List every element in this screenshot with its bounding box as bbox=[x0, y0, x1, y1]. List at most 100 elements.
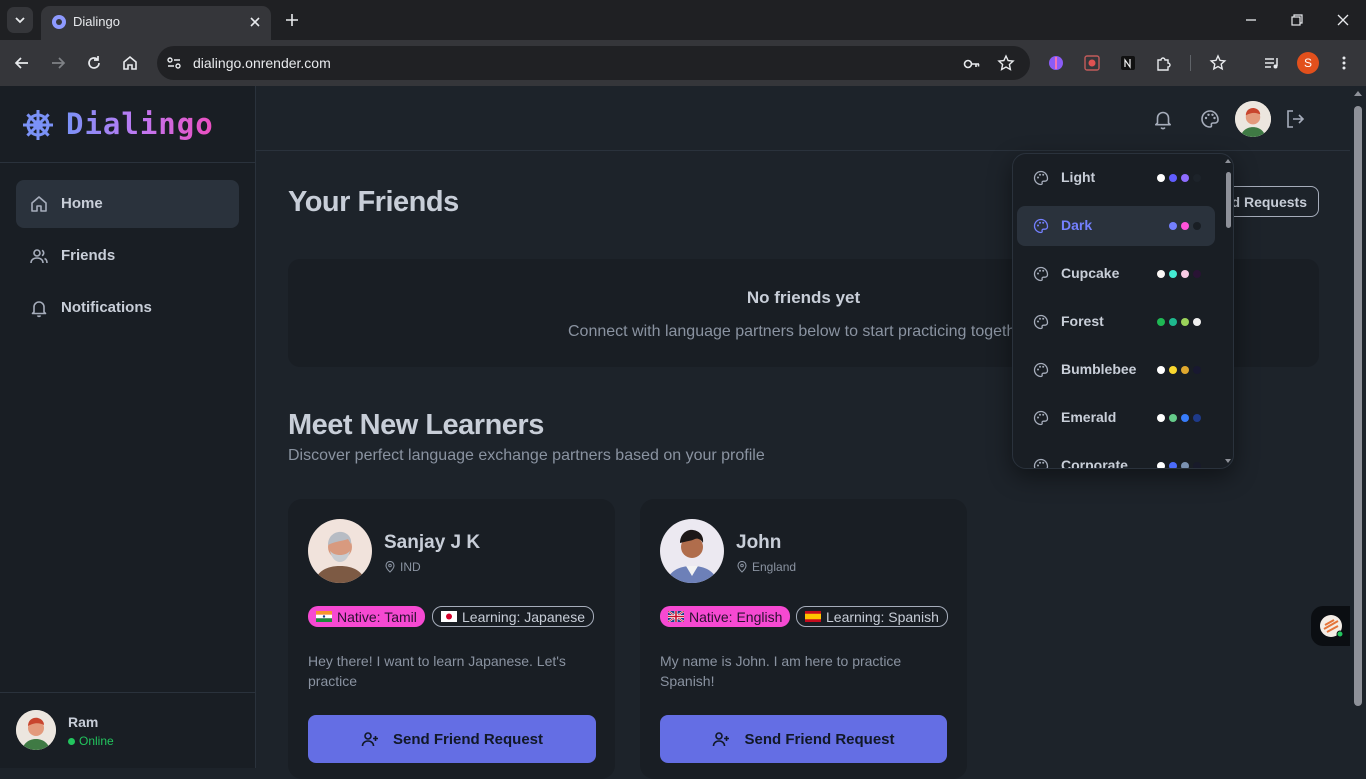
app-root: Dialingo Home Friends Notifications Ram … bbox=[0, 86, 1366, 779]
browser-tab[interactable]: Dialingo bbox=[41, 6, 271, 40]
brand[interactable]: Dialingo bbox=[0, 86, 255, 163]
dialingo-favicon-icon bbox=[52, 15, 66, 29]
map-pin-icon bbox=[737, 561, 747, 573]
learner-bio: Hey there! I want to learn Japanese. Let… bbox=[308, 653, 566, 689]
logout-icon[interactable] bbox=[1284, 108, 1306, 130]
minimize-window-icon[interactable] bbox=[1243, 12, 1259, 28]
scroll-up-icon[interactable] bbox=[1223, 156, 1233, 166]
location-text: IND bbox=[400, 560, 421, 574]
palette-icon bbox=[1033, 458, 1049, 468]
native-language-text: Native: Tamil bbox=[337, 608, 417, 625]
ship-wheel-icon bbox=[23, 110, 53, 140]
site-info-icon[interactable] bbox=[165, 54, 183, 72]
restore-window-icon[interactable] bbox=[1289, 12, 1305, 28]
learning-language-badge: Learning: Japanese bbox=[432, 606, 594, 627]
scroll-down-icon[interactable] bbox=[1223, 456, 1233, 466]
theme-option-bumblebee[interactable]: Bumblebee bbox=[1017, 350, 1215, 390]
scroll-up-icon[interactable] bbox=[1350, 86, 1366, 100]
extension-brain-icon[interactable] bbox=[1047, 54, 1065, 72]
theme-option-dark[interactable]: Dark bbox=[1017, 206, 1215, 246]
brand-name: Dialingo bbox=[66, 107, 214, 141]
sidebar-item-notifications[interactable]: Notifications bbox=[16, 284, 239, 332]
sidebar-item-home[interactable]: Home bbox=[16, 180, 239, 228]
user-name: Ram bbox=[68, 714, 99, 730]
color-swatch bbox=[1181, 270, 1189, 278]
scrollbar-thumb[interactable] bbox=[1226, 172, 1231, 228]
native-language-badge: Native: Tamil bbox=[308, 606, 425, 627]
theme-option-forest[interactable]: Forest bbox=[1017, 302, 1215, 342]
color-swatch bbox=[1169, 222, 1177, 230]
home-icon bbox=[31, 196, 47, 212]
close-window-icon[interactable] bbox=[1335, 12, 1351, 28]
learner-card: Sanjay J K IND Native: Tamil Learning: J… bbox=[288, 499, 615, 779]
browser-menu-icon[interactable] bbox=[1335, 54, 1353, 72]
theme-label: Dark bbox=[1061, 217, 1093, 233]
browser-profile-avatar[interactable]: S bbox=[1297, 52, 1319, 74]
extension-notion-icon[interactable] bbox=[1119, 54, 1137, 72]
color-swatch bbox=[1169, 174, 1177, 182]
color-swatch bbox=[1157, 462, 1165, 468]
color-swatch bbox=[1181, 318, 1189, 326]
uk-flag-icon bbox=[668, 611, 684, 622]
india-flag-icon bbox=[316, 611, 332, 622]
reload-icon[interactable] bbox=[85, 54, 103, 72]
theme-option-corporate[interactable]: Corporate bbox=[1017, 446, 1215, 469]
location-text: England bbox=[752, 560, 797, 574]
password-key-icon[interactable] bbox=[963, 55, 981, 73]
theme-color-swatches bbox=[1157, 270, 1201, 278]
send-friend-request-button[interactable]: Send Friend Request bbox=[308, 715, 596, 763]
send-friend-request-button[interactable]: Send Friend Request bbox=[660, 715, 947, 763]
color-swatch bbox=[1193, 366, 1201, 374]
palette-icon bbox=[1033, 362, 1049, 378]
notifications-bell-icon[interactable] bbox=[1152, 108, 1174, 130]
tab-search-button[interactable] bbox=[7, 7, 33, 33]
theme-option-cupcake[interactable]: Cupcake bbox=[1017, 254, 1215, 294]
color-swatch bbox=[1181, 462, 1189, 468]
theme-label: Corporate bbox=[1061, 457, 1128, 469]
forward-icon[interactable] bbox=[49, 54, 67, 72]
close-tab-icon[interactable] bbox=[247, 14, 263, 30]
japan-flag-icon bbox=[441, 611, 457, 622]
media-control-icon[interactable] bbox=[1263, 54, 1281, 72]
home-browser-icon[interactable] bbox=[121, 54, 139, 72]
extensions-puzzle-icon[interactable] bbox=[1155, 54, 1173, 72]
theme-option-light[interactable]: Light bbox=[1017, 158, 1215, 198]
page-scrollbar[interactable] bbox=[1350, 86, 1366, 768]
color-swatch bbox=[1193, 174, 1201, 182]
avatar bbox=[660, 519, 724, 583]
user-plus-icon bbox=[713, 732, 730, 747]
back-icon[interactable] bbox=[13, 54, 31, 72]
theme-dropdown-scrollbar[interactable] bbox=[1223, 154, 1233, 468]
theme-color-swatches bbox=[1157, 414, 1201, 422]
empty-subtitle: Connect with language partners below to … bbox=[568, 323, 1035, 340]
theme-option-emerald[interactable]: Emerald bbox=[1017, 398, 1215, 438]
address-bar[interactable]: dialingo.onrender.com bbox=[157, 46, 1030, 80]
learner-name: John bbox=[736, 532, 782, 553]
users-icon bbox=[30, 249, 48, 264]
chevron-down-icon bbox=[15, 17, 25, 24]
sidebar-item-friends[interactable]: Friends bbox=[16, 232, 239, 280]
extension-record-icon[interactable] bbox=[1083, 54, 1101, 72]
bookmark-star-icon[interactable] bbox=[997, 54, 1015, 72]
avatar[interactable] bbox=[16, 710, 56, 750]
color-swatch bbox=[1181, 222, 1189, 230]
scrollbar-thumb[interactable] bbox=[1354, 106, 1362, 706]
section-title: Meet New Learners bbox=[288, 409, 544, 441]
color-swatch bbox=[1193, 462, 1201, 468]
theme-label: Light bbox=[1061, 169, 1096, 185]
color-swatch bbox=[1181, 174, 1189, 182]
send-friend-request-label: Send Friend Request bbox=[744, 730, 895, 748]
theme-color-swatches bbox=[1157, 174, 1201, 182]
favorites-icon[interactable] bbox=[1209, 54, 1227, 72]
color-swatch bbox=[1193, 222, 1201, 230]
theme-color-swatches bbox=[1157, 462, 1201, 468]
learner-bio: My name is John. I am here to practice S… bbox=[660, 653, 902, 689]
profile-avatar[interactable] bbox=[1235, 101, 1271, 137]
page-title: Your Friends bbox=[288, 186, 459, 218]
palette-icon[interactable] bbox=[1199, 108, 1221, 130]
new-tab-icon[interactable] bbox=[283, 11, 301, 29]
spain-flag-icon bbox=[805, 611, 821, 622]
user-plus-icon bbox=[361, 732, 378, 747]
color-swatch bbox=[1181, 414, 1189, 422]
floating-chat-widget[interactable] bbox=[1311, 606, 1351, 646]
